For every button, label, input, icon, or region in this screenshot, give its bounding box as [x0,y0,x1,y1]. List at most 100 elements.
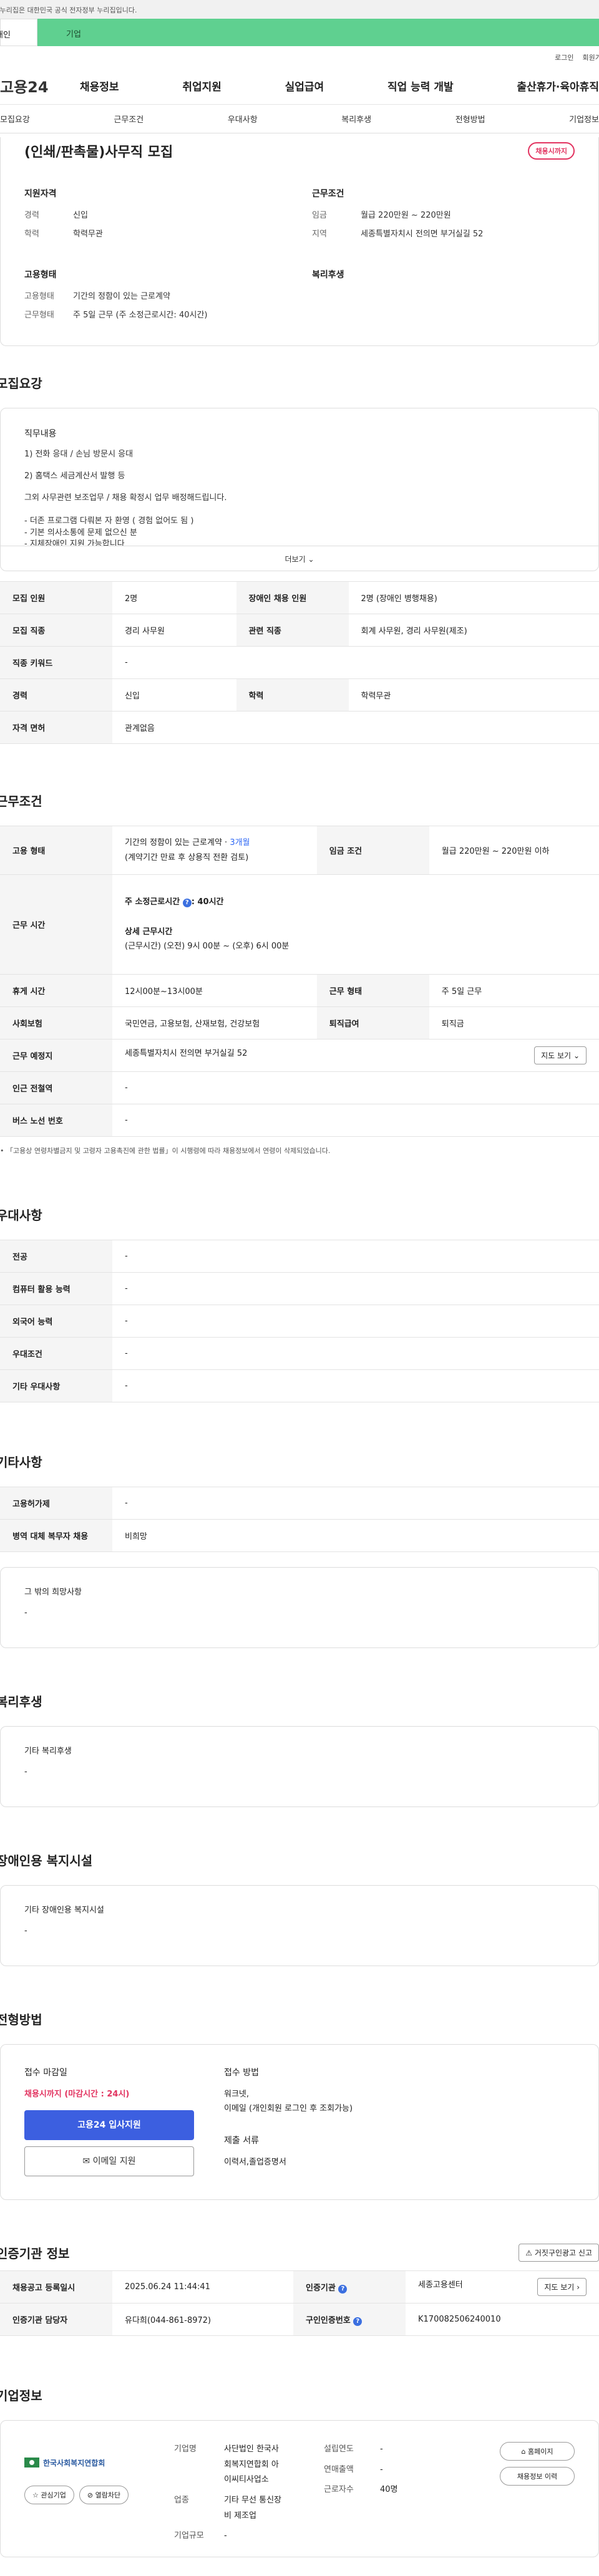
table-key: 학력 [236,678,349,712]
gnb-item-parental-leave[interactable]: 출산휴가·육아휴직 [517,78,599,94]
employees-value: 40명 [380,2485,398,2495]
apply-button[interactable]: 고용24 입사지원 [24,2110,194,2140]
agency-key-label: 인증기관 [306,2283,336,2293]
agency-map-button[interactable]: 지도 보기 › [537,2278,587,2296]
sales-value: - [380,2464,383,2474]
help-icon[interactable]: ? [338,2284,348,2294]
login-link[interactable]: 로그인 [555,52,573,67]
site-logo[interactable]: 고용24 [0,75,80,97]
sales-key: 연매출액 [324,2464,354,2474]
etc-section-title: 기타사항 [0,1455,42,1470]
table-key: 자격 면허 [0,711,112,744]
industry-key: 업종 [174,2496,189,2506]
tab-corporate[interactable]: 기업 [37,19,599,46]
company-actions: ☆ 관심기업 ⊘ 열람차단 [24,2486,174,2504]
gov-notice-bar: 이 누리집은 대한민국 공식 전자정부 누리집입니다. [0,0,599,19]
star-icon: ☆ [32,2491,39,2499]
interest-button[interactable]: ☆ 관심기업 [24,2486,74,2504]
other-wishes-value: - [24,1608,27,1618]
table-key: 경력 [0,678,112,712]
other-wishes-card: 그 밖의 희망사항 - [0,1567,599,1648]
worktime-detail-label: 상세 근무시간 [125,927,173,937]
welfare-box-value: - [24,1767,27,1777]
method-title: 접수 방법 [224,2068,259,2078]
anchor-company[interactable]: 기업정보 [569,113,599,125]
size-key: 기업규모 [174,2531,204,2541]
recruit-table: 모집 인원 2명 장애인 채용 인원 2명 (장애인 병행채용) 모집 직종 경리 사무… [0,581,599,744]
table-key: 퇴직급여 [316,1006,429,1040]
table-value: 회계 사무원, 경리 사무원(제조) [348,614,599,647]
gnb-item-job-training[interactable]: 직업 능력 개발 [387,78,454,94]
table-key: 직종 키워드 [0,646,112,679]
table-key: 인근 전철역 [0,1071,112,1104]
table-key: 임금 조건 [316,826,429,875]
table-value: - [112,646,599,679]
anchor-preferences[interactable]: 우대사항 [228,113,258,125]
table-value: 기간의 정함이 있는 근로계약 · 3개월 (계약기간 만료 후 상용직 전환 … [112,826,317,875]
more-button[interactable]: 더보기 ⌄ [1,546,598,571]
table-row: 전공 - [0,1240,599,1273]
gnb-item-jobs[interactable]: 채용정보 [80,78,119,94]
table-value: 관계없음 [112,711,599,744]
homepage-label: 홈페이지 [528,2448,553,2456]
duty-line: 그외 사무관련 보조업무 / 채용 확정시 업무 배정해드립니다. [24,493,227,503]
year-value: - [380,2444,383,2454]
table-value: 신입 [112,678,236,712]
gnb-item-employment-support[interactable]: 취업지원 [182,78,222,94]
year-key: 설립연도 [324,2444,354,2454]
block-button[interactable]: ⊘ 열람차단 [79,2486,129,2504]
help-icon[interactable]: ? [182,899,192,908]
process-left: 접수 마감일 채용시까지 (마감시간 : 24시) 고용24 입사지원 ✉ 이메… [24,2066,199,2178]
table-row: 외국어 능력 - [0,1305,599,1338]
welfare-section: 복리후생 기타 복리후생 - [0,1692,599,1807]
anchor-conditions[interactable]: 근무조건 [114,113,144,125]
wage-value: 월급 220만원 ~ 220만원 [361,211,451,220]
email-apply-button[interactable]: ✉ 이메일 지원 [24,2146,194,2176]
table-row: 휴게 시간 12시00분~13시00분 근무 형태 주 5일 근무 [0,974,599,1007]
agency-section-title: 인증기관 정보 [0,2246,70,2261]
table-key: 버스 노선 번호 [0,1104,112,1137]
table-key: 외국어 능력 [0,1305,112,1338]
conditions-section: 근무조건 고용 형태 기간의 정함이 있는 근로계약 · 3개월 (계약기간 만… [0,791,599,1155]
welfare-section-title: 복리후생 [0,1694,42,1709]
anchor-process[interactable]: 전형방법 [455,113,485,125]
table-row: 사회보험 국민연금, 고용보험, 산재보험, 건강보험 퇴직급여 퇴직금 [0,1006,599,1040]
preferences-section: 우대사항 전공 - 컴퓨터 활용 능력 - 외국어 능력 - 우대조건 - 기타 우대사… [0,1205,599,1402]
table-value: 2025.06.24 11:44:41 [112,2270,293,2303]
more-label: 더보기 [285,555,306,564]
anchor-welfare[interactable]: 복리후생 [341,113,371,125]
help-icon[interactable]: ? [353,2317,363,2326]
agency-name: 세종고용센터 [418,2280,463,2290]
duty-content: 직무내용 1) 전화 응대 / 손님 방문시 응대 2) 홈택스 세금계산서 발… [1,408,598,546]
summary-card: (인쇄/판촉물)사무직 모집 채용시까지 지원자격 경력 신입 학력 학력무관 근무… [0,137,599,346]
gnb-item-unemployment-benefit[interactable]: 실업급여 [285,78,324,94]
table-value: 주 소정근로시간 ?: 40시간 상세 근무시간 (근무시간) (오전) 9시 … [112,874,599,975]
preferences-table: 전공 - 컴퓨터 활용 능력 - 외국어 능력 - 우대조건 - 기타 우대사항 - [0,1240,599,1402]
industry-line: 기타 무선 통신장 [224,2496,281,2506]
table-value: K170082506240010 [406,2303,599,2336]
conditions-block: 근무조건 임금 월급 220만원 ~ 220만원 지역 세종특별자치시 전의면 부거… [312,187,575,246]
process-section: 전형방법 접수 마감일 채용시까지 (마감시간 : 24시) 고용24 입사지원… [0,2010,599,2200]
anchor-recruit[interactable]: 모집요강 [0,113,30,125]
table-key: 채용공고 등록일시 [0,2270,112,2303]
homepage-button[interactable]: ⌂ 홈페이지 [500,2442,575,2461]
etc-table: 고용허가제 - 병역 대체 복무자 채용 비희망 [0,1487,599,1552]
welfare-box-title: 기타 복리후생 [24,1747,72,1756]
history-button[interactable]: 채용정보 이력 [500,2467,575,2486]
report-button[interactable]: ⚠ 거짓구인광고 신고 [519,2244,599,2262]
wage-key: 임금 [312,211,327,220]
table-value: - [112,1337,599,1370]
recruit-section: 모집요강 직무내용 1) 전화 응대 / 손님 방문시 응대 2) 홈택스 세금… [0,374,599,744]
table-row: 근무 시간 주 소정근로시간 ?: 40시간 상세 근무시간 (근무시간) (오… [0,874,599,975]
join-link[interactable]: 회원가입 [583,52,599,67]
home-icon: ⌂ [521,2448,526,2456]
map-view-button[interactable]: 지도 보기 ⌄ [534,1046,587,1064]
region-key: 지역 [312,229,327,239]
table-row: 우대조건 - [0,1337,599,1370]
employees-key: 근로자수 [324,2485,354,2495]
company-name-line: 이씨티사업소 [224,2475,269,2485]
disabled-card: 기타 장애인용 복지시설 - [0,1885,599,1966]
tab-individual[interactable]: 개인 [0,19,37,46]
summary-grid: 지원자격 경력 신입 학력 학력무관 근무조건 임금 월급 220만원 ~ 220만원… [24,187,575,327]
agency-section: 인증기관 정보 ⚠ 거짓구인광고 신고 채용공고 등록일시 2025.06.24 … [0,2244,599,2336]
